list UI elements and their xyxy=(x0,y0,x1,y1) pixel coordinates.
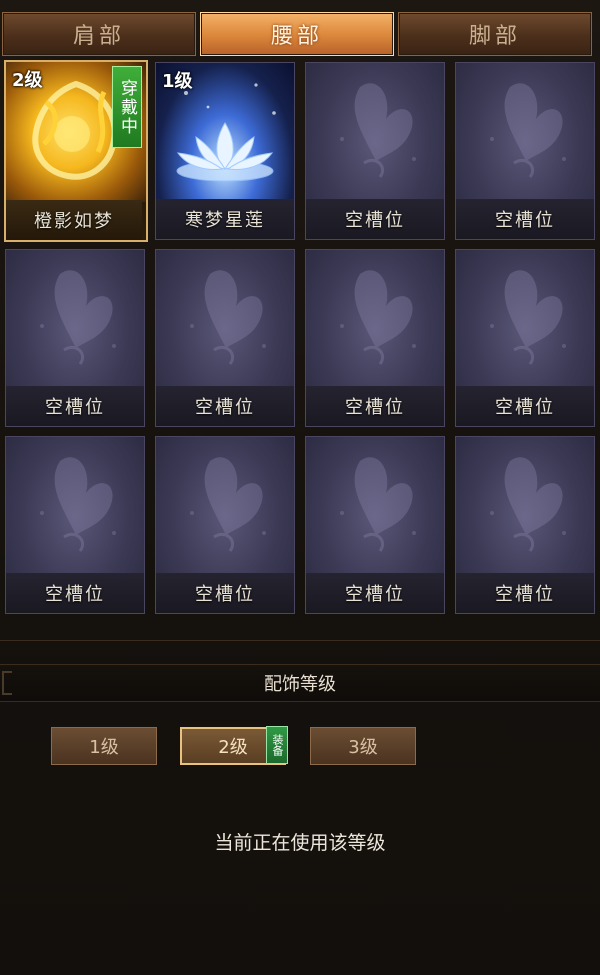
slot-label: 寒梦星莲 xyxy=(156,199,294,239)
slot-label: 空槽位 xyxy=(306,573,444,613)
section-title: 配饰等级 xyxy=(264,674,336,695)
tab-shoulder[interactable]: 肩部 xyxy=(2,12,196,56)
accessory-panel: 肩部 腰部 脚部 2级 穿戴中 橙影如梦 1级 寒梦星莲 空槽位 空槽位 空槽位… xyxy=(0,0,600,975)
butterfly-icon xyxy=(306,63,444,199)
butterfly-icon xyxy=(156,250,294,386)
tab-bar: 肩部 腰部 脚部 xyxy=(0,0,600,58)
empty-slot[interactable]: 空槽位 xyxy=(305,249,445,427)
slot-label: 空槽位 xyxy=(156,573,294,613)
slot-label: 空槽位 xyxy=(456,199,594,239)
empty-slot[interactable]: 空槽位 xyxy=(305,436,445,614)
status-text: 当前正在使用该等级 xyxy=(214,832,386,854)
empty-slot[interactable]: 空槽位 xyxy=(455,62,595,240)
butterfly-icon xyxy=(156,437,294,573)
slot-level-tag: 1级 xyxy=(162,71,193,92)
empty-slot[interactable]: 空槽位 xyxy=(455,249,595,427)
empty-slot[interactable]: 空槽位 xyxy=(5,249,145,427)
butterfly-icon xyxy=(456,437,594,573)
butterfly-icon xyxy=(306,250,444,386)
empty-slot[interactable]: 空槽位 xyxy=(5,436,145,614)
wearing-badge: 穿戴中 xyxy=(112,66,142,148)
tab-waist[interactable]: 腰部 xyxy=(200,12,394,56)
level-button-1[interactable]: 1级 xyxy=(51,727,157,765)
butterfly-icon xyxy=(456,63,594,199)
equip-badge: 装备 xyxy=(266,726,288,764)
empty-slot[interactable]: 空槽位 xyxy=(155,249,295,427)
slot-label: 空槽位 xyxy=(306,199,444,239)
slot-item-1[interactable]: 2级 穿戴中 橙影如梦 xyxy=(4,60,148,242)
butterfly-icon xyxy=(306,437,444,573)
divider xyxy=(0,640,600,643)
slot-label: 橙影如梦 xyxy=(6,200,142,240)
level-button-3[interactable]: 3级 xyxy=(310,727,416,765)
butterfly-icon xyxy=(456,250,594,386)
empty-slot[interactable]: 空槽位 xyxy=(305,62,445,240)
slot-label: 空槽位 xyxy=(306,386,444,426)
slot-level-tag: 2级 xyxy=(12,70,43,91)
slot-label: 空槽位 xyxy=(456,573,594,613)
slot-item-2[interactable]: 1级 寒梦星莲 xyxy=(155,62,295,240)
butterfly-icon xyxy=(6,250,144,386)
butterfly-icon xyxy=(6,437,144,573)
slot-label: 空槽位 xyxy=(156,386,294,426)
empty-slot[interactable]: 空槽位 xyxy=(455,436,595,614)
slot-label: 空槽位 xyxy=(6,573,144,613)
empty-slot[interactable]: 空槽位 xyxy=(155,436,295,614)
tab-foot[interactable]: 脚部 xyxy=(398,12,592,56)
section-header: 配饰等级 xyxy=(0,664,600,702)
slot-label: 空槽位 xyxy=(456,386,594,426)
slot-label: 空槽位 xyxy=(6,386,144,426)
